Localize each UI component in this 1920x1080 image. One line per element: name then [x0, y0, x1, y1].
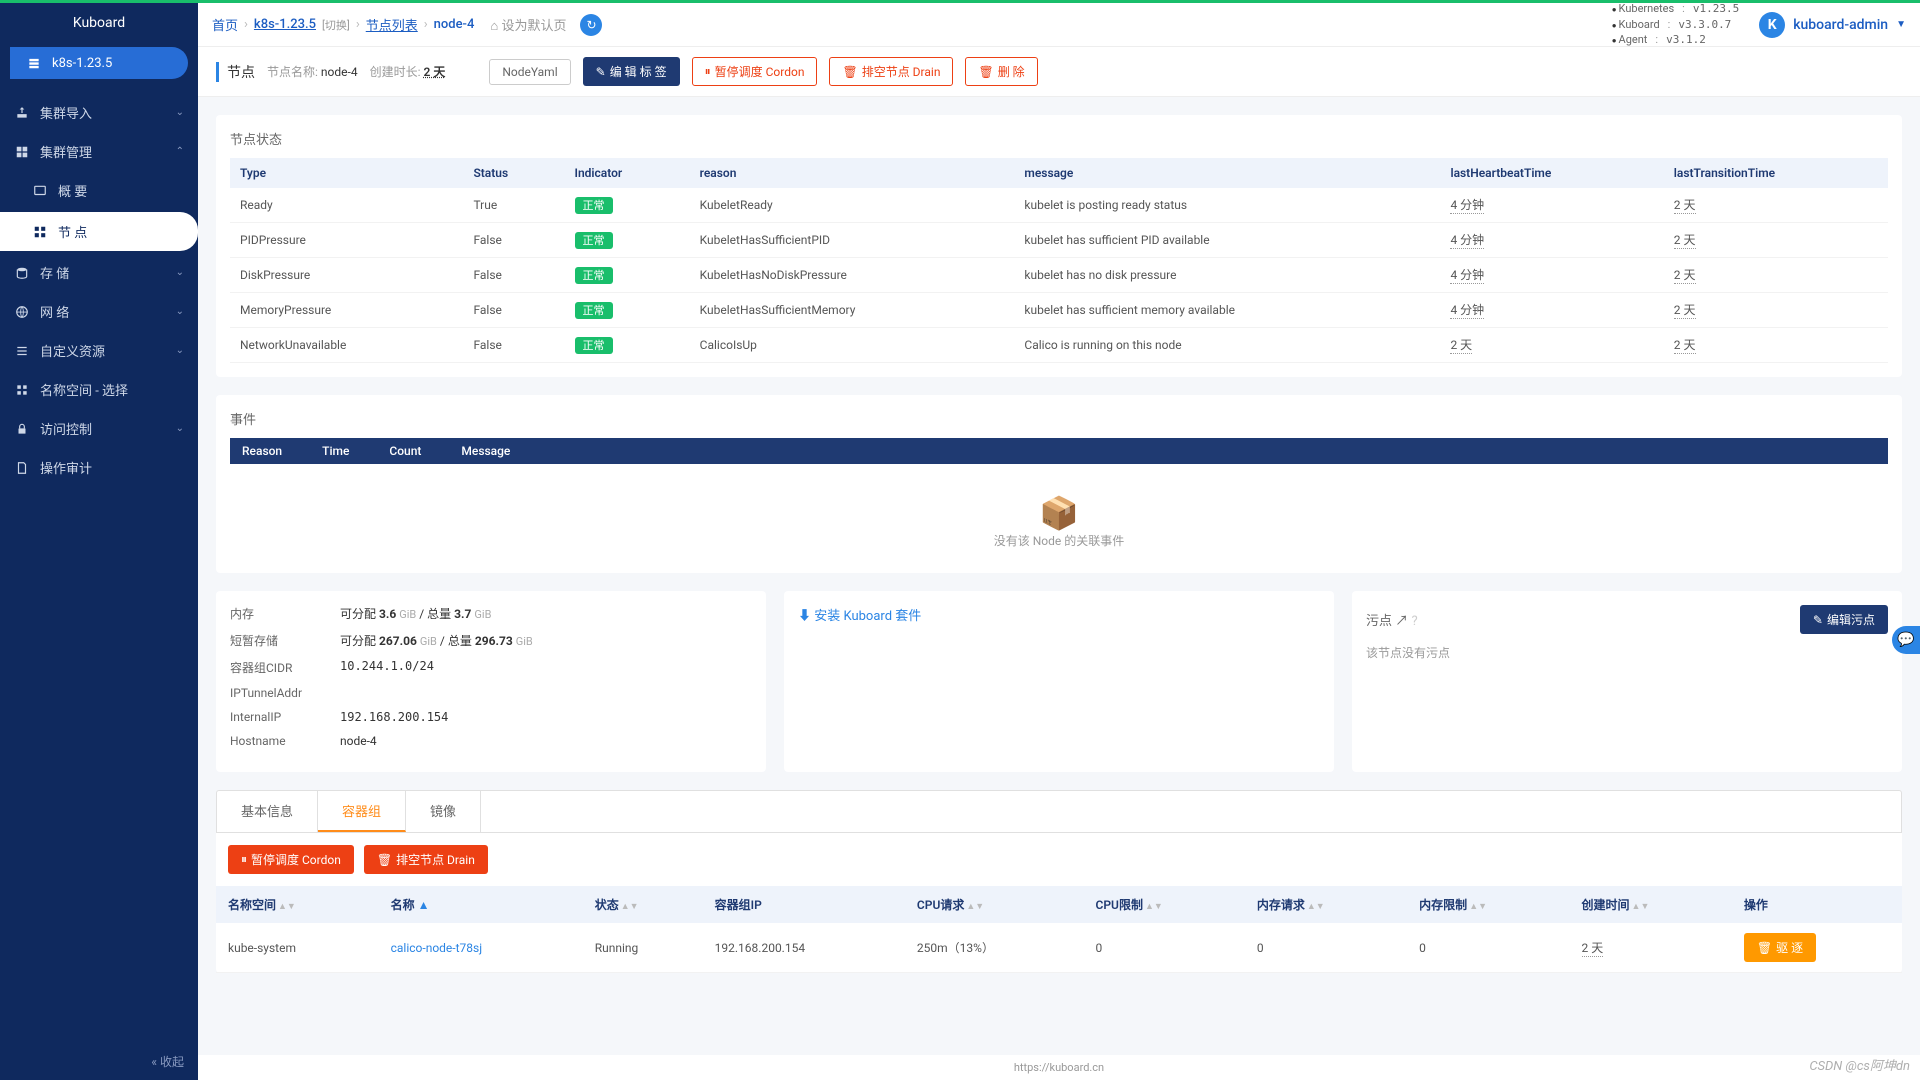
audit-icon	[14, 460, 30, 476]
chevron-down-icon: ⌄	[176, 306, 184, 317]
sidebar-cluster-label: k8s-1.23.5	[52, 56, 112, 71]
chevron-up-icon: ⌃	[176, 146, 184, 157]
sidebar-label: 节 点	[58, 222, 87, 241]
pods-drain-button[interactable]: 🗑 排空节点 Drain	[364, 845, 488, 874]
status-row: MemoryPressureFalse正常KubeletHasSufficien…	[230, 293, 1888, 328]
user-name: kuboard-admin	[1793, 17, 1888, 33]
status-row: DiskPressureFalse正常KubeletHasNoDiskPress…	[230, 258, 1888, 293]
network-icon	[14, 304, 30, 320]
status-title: 节点状态	[230, 129, 1888, 148]
sidebar-label: 名称空间 - 选择	[40, 380, 128, 399]
user-avatar: K	[1759, 12, 1785, 38]
refresh-button[interactable]: ↻	[580, 14, 602, 36]
delete-button[interactable]: 🗑 删 除	[965, 57, 1037, 86]
taints-title: 污点 ↗ ?	[1366, 610, 1418, 629]
sidebar-cluster-selector[interactable]: k8s-1.23.5	[10, 47, 188, 79]
sidebar-label: 概 要	[58, 181, 87, 200]
node-name-meta: 节点名称: node-4	[267, 63, 358, 80]
install-suite-link[interactable]: ⬇ 安装 Kuboard 套件	[798, 605, 1320, 624]
cluster-icon	[26, 55, 42, 71]
sidebar: Kuboard k8s-1.23.5 集群导入 ⌄ 集群管理 ⌃ 概 要 节 点	[0, 3, 198, 1080]
chevron-down-icon: ⌄	[176, 423, 184, 434]
list-icon	[14, 343, 30, 359]
info-card: 内存可分配 3.6 GiB / 总量 3.7 GiB 短暂存储可分配 267.0…	[216, 591, 766, 772]
storage-icon	[14, 265, 30, 281]
namespace-icon	[14, 382, 30, 398]
breadcrumb-cluster[interactable]: k8s-1.23.5	[254, 17, 316, 32]
breadcrumb-nodelist[interactable]: 节点列表	[366, 15, 418, 34]
import-icon	[14, 105, 30, 121]
edit-labels-button[interactable]: ✎ 编 辑 标 签	[583, 57, 680, 86]
tab-pods[interactable]: 容器组	[318, 791, 406, 832]
breadcrumb: 首页 › k8s-1.23.5 [切换] › 节点列表 › node-4 ⌂ 设…	[212, 14, 1612, 36]
empty-box-icon: 📦	[230, 494, 1888, 532]
kuboard-suite-card: ⬇ 安装 Kuboard 套件	[784, 591, 1334, 772]
pods-table: 名称空间▲▼ 名称 ▲ 状态▲▼ 容器组IP CPU请求▲▼ CPU限制▲▼ 内…	[216, 886, 1902, 973]
pod-name-link[interactable]: calico-node-t78sj	[379, 923, 583, 973]
user-menu[interactable]: K kuboard-admin ▼	[1759, 12, 1906, 38]
page-title: 节点	[216, 62, 255, 82]
sidebar-collapse[interactable]: « 收起	[0, 1043, 198, 1080]
footer-url: https://kuboard.cn	[198, 1055, 1920, 1080]
sidebar-item-nodes[interactable]: 节 点	[0, 212, 198, 251]
status-table: Type Status Indicator reason message las…	[230, 158, 1888, 363]
sidebar-item-crd[interactable]: 自定义资源 ⌄	[0, 331, 198, 370]
events-card: 事件 Reason Time Count Message 📦 没有该 Node …	[216, 395, 1902, 573]
versions: Kubernetes:v1.23.5 Kuboard:v3.3.0.7 Agen…	[1612, 3, 1739, 48]
events-empty: 📦 没有该 Node 的关联事件	[230, 464, 1888, 559]
chevron-down-icon: ⌄	[176, 267, 184, 278]
breadcrumb-switch[interactable]: [切换]	[322, 17, 350, 33]
sidebar-label: 操作审计	[40, 458, 92, 477]
sidebar-label: 网 络	[40, 302, 69, 321]
sidebar-label: 存 储	[40, 263, 69, 282]
status-row: NetworkUnavailableFalse正常CalicoIsUpCalic…	[230, 328, 1888, 363]
breadcrumb-node[interactable]: node-4	[434, 17, 475, 32]
evict-button[interactable]: 🗑 驱 逐	[1744, 933, 1816, 962]
sidebar-item-cluster-mgmt[interactable]: 集群管理 ⌃	[0, 132, 198, 171]
sidebar-label: 集群导入	[40, 103, 92, 122]
cordon-button[interactable]: ⏸ 暂停调度 Cordon	[692, 57, 818, 86]
set-default-link[interactable]: ⌂ 设为默认页	[490, 15, 566, 34]
drain-button[interactable]: 🗑 排空节点 Drain	[829, 57, 953, 86]
sidebar-item-audit[interactable]: 操作审计	[0, 448, 198, 487]
taints-card: 污点 ↗ ? ✎ 编辑污点 该节点没有污点	[1352, 591, 1902, 772]
chevron-down-icon: ▼	[1896, 19, 1906, 30]
pods-card: 基本信息 容器组 镜像 ⏸ 暂停调度 Cordon 🗑 排空节点 Drain 名…	[216, 790, 1902, 973]
lock-icon	[14, 421, 30, 437]
box-icon	[14, 144, 30, 160]
status-card: 节点状态 Type Status Indicator reason messag…	[216, 115, 1902, 377]
sidebar-item-import[interactable]: 集群导入 ⌄	[0, 93, 198, 132]
header: 首页 › k8s-1.23.5 [切换] › 节点列表 › node-4 ⌂ 设…	[198, 3, 1920, 47]
sidebar-item-access[interactable]: 访问控制 ⌄	[0, 409, 198, 448]
tab-images[interactable]: 镜像	[406, 791, 481, 832]
chevron-down-icon: ⌄	[176, 107, 184, 118]
pod-row: kube-system calico-node-t78sj Running 19…	[216, 923, 1902, 973]
overview-icon	[32, 183, 48, 199]
edit-taints-button[interactable]: ✎ 编辑污点	[1800, 605, 1888, 634]
events-header-row: Reason Time Count Message	[230, 438, 1888, 464]
toolbar: 节点 节点名称: node-4 创建时长: 2 天 NodeYaml ✎ 编 辑…	[198, 47, 1920, 97]
sidebar-label: 访问控制	[40, 419, 92, 438]
help-bubble[interactable]: 💬	[1892, 626, 1920, 654]
status-row: ReadyTrue正常KubeletReadykubelet is postin…	[230, 188, 1888, 223]
node-yaml-button[interactable]: NodeYaml	[489, 59, 570, 85]
pods-cordon-button[interactable]: ⏸ 暂停调度 Cordon	[228, 845, 354, 874]
tab-basic[interactable]: 基本信息	[217, 791, 318, 832]
sidebar-item-overview[interactable]: 概 要	[0, 171, 198, 210]
status-row: PIDPressureFalse正常KubeletHasSufficientPI…	[230, 223, 1888, 258]
sidebar-item-network[interactable]: 网 络 ⌄	[0, 292, 198, 331]
grid-icon	[32, 224, 48, 240]
events-title: 事件	[230, 409, 1888, 428]
sidebar-item-storage[interactable]: 存 储 ⌄	[0, 253, 198, 292]
breadcrumb-home[interactable]: 首页	[212, 15, 238, 34]
brand-logo: Kuboard	[0, 3, 198, 41]
chevron-down-icon: ⌄	[176, 345, 184, 356]
sidebar-label: 集群管理	[40, 142, 92, 161]
sidebar-label: 自定义资源	[40, 341, 105, 360]
taints-empty: 该节点没有污点	[1366, 644, 1888, 661]
tabs: 基本信息 容器组 镜像	[216, 790, 1902, 833]
sidebar-item-namespace[interactable]: 名称空间 - 选择	[0, 370, 198, 409]
created-meta: 创建时长: 2 天	[370, 63, 446, 80]
